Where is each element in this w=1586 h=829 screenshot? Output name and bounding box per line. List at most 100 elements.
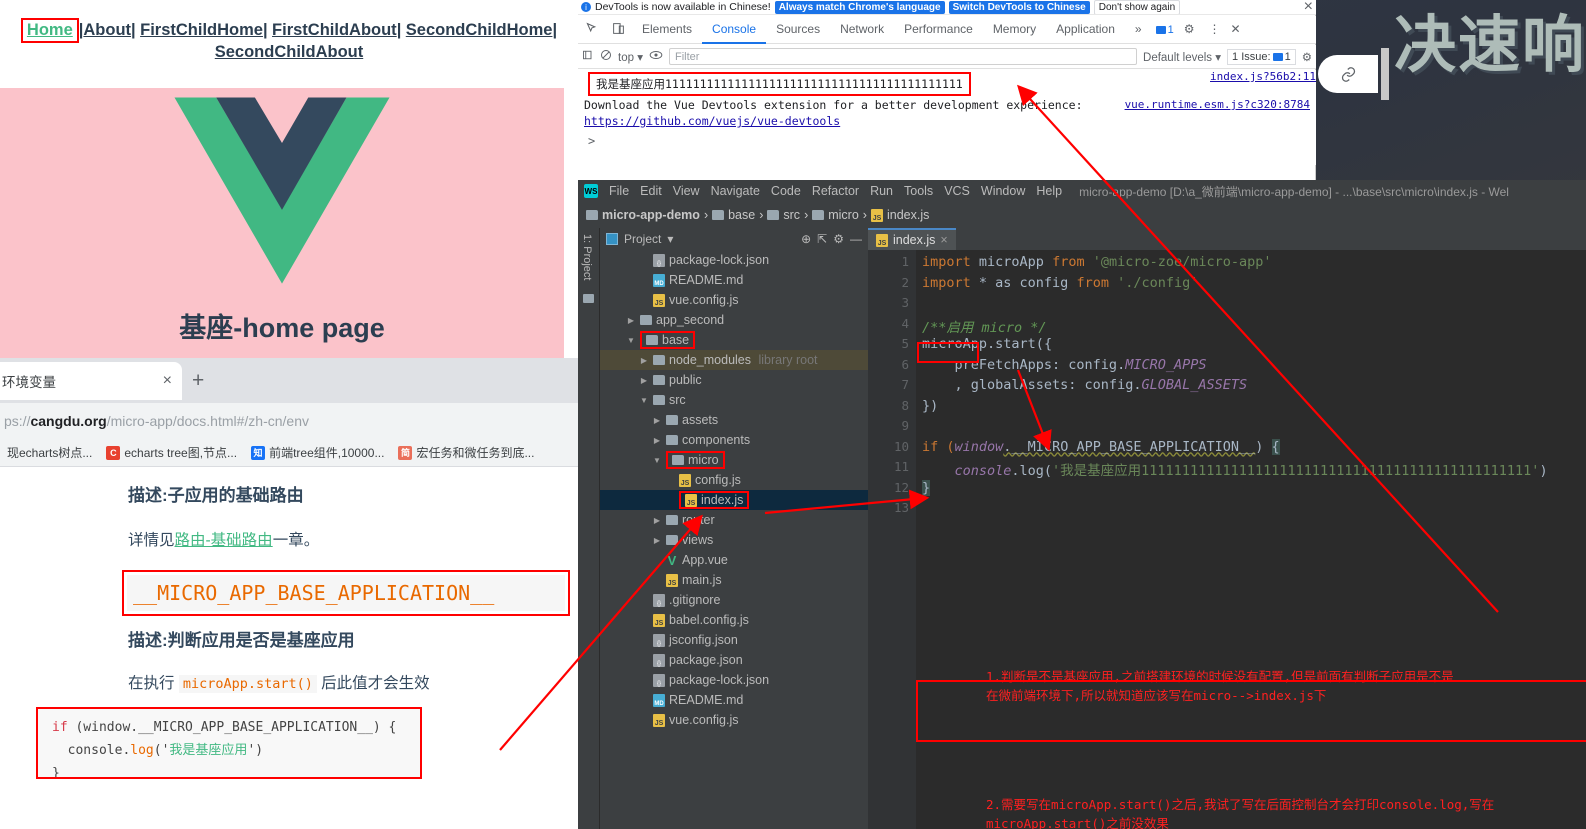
breadcrumb-item-micro[interactable]: micro <box>812 208 859 222</box>
new-tab-button[interactable]: + <box>192 370 204 391</box>
tree-item-public[interactable]: ▶ public <box>600 370 868 390</box>
tree-item-src[interactable]: ▼ src <box>600 390 868 410</box>
hide-panel-icon[interactable]: — <box>850 232 862 246</box>
tree-item-readme-md[interactable]: MD README.md <box>600 270 868 290</box>
tree-item-base[interactable]: ▼ base <box>600 330 868 350</box>
gear-icon[interactable]: ⚙ <box>1174 16 1205 44</box>
tree-item-jsconfig-json[interactable]: {} jsconfig.json <box>600 630 868 650</box>
expand-arrow-icon[interactable]: ▶ <box>652 416 662 425</box>
tree-item-package-json[interactable]: {} package.json <box>600 650 868 670</box>
tree-item-components[interactable]: ▶ components <box>600 430 868 450</box>
banner-switch-language-button[interactable]: Switch DevTools to Chinese <box>948 0 1090 14</box>
tree-item-config-js[interactable]: JS config.js <box>600 470 868 490</box>
tree-item--gitignore[interactable]: {} .gitignore <box>600 590 868 610</box>
breadcrumb-item-project[interactable]: micro-app-demo <box>586 208 700 222</box>
bookmark-item[interactable]: 知前端tree组件,10000... <box>244 444 391 461</box>
sidebar-item-firstchildabout[interactable]: FirstChildAbout <box>272 21 397 39</box>
tab-performance[interactable]: Performance <box>894 16 983 44</box>
close-icon[interactable]: ✕ <box>1224 16 1246 44</box>
tree-item-app-second[interactable]: ▶ app_second <box>600 310 868 330</box>
expand-arrow-icon[interactable]: ▶ <box>652 536 662 545</box>
chevron-down-icon[interactable]: ▾ <box>667 232 673 246</box>
menu-window[interactable]: Window <box>981 184 1025 198</box>
tree-item-views[interactable]: ▶ views <box>600 530 868 550</box>
expand-arrow-icon[interactable]: ▶ <box>639 376 649 385</box>
bookmark-item[interactable]: 现echarts树点... <box>0 444 99 461</box>
tree-item-app-vue[interactable]: V App.vue <box>600 550 868 570</box>
browser-tab[interactable]: 环境变量 × <box>0 362 182 400</box>
no-entry-icon[interactable] <box>600 49 612 64</box>
issues-badge[interactable]: 1 Issue: 1 <box>1227 48 1296 65</box>
tab-console[interactable]: Console <box>702 16 767 44</box>
locate-file-icon[interactable]: ⊕ <box>801 232 811 246</box>
breadcrumb-item-indexjs[interactable]: JS index.js <box>870 208 929 222</box>
close-icon[interactable]: × <box>940 233 947 247</box>
expand-arrow-icon[interactable]: ▶ <box>652 436 662 445</box>
tree-item-assets[interactable]: ▶ assets <box>600 410 868 430</box>
console-source-link[interactable]: vue.runtime.esm.js?c320:8784 <box>1125 98 1310 111</box>
tree-item-index-js[interactable]: JS index.js <box>600 490 868 510</box>
tree-item-router[interactable]: ▶ router <box>600 510 868 530</box>
editor-tab-indexjs[interactable]: JS index.js × <box>868 228 956 250</box>
message-count-badge[interactable]: 1 <box>1155 24 1174 36</box>
sidebar-item-secondchildhome[interactable]: SecondChildHome <box>406 21 553 39</box>
tab-network[interactable]: Network <box>830 16 894 44</box>
doc-detail-link[interactable]: 路由-基础路由 <box>175 532 273 549</box>
expand-arrow-icon[interactable]: ▶ <box>652 516 662 525</box>
banner-dismiss-button[interactable]: Don't show again <box>1093 0 1181 14</box>
sidebar-item-about[interactable]: About <box>83 21 131 39</box>
tree-item-babel-config-js[interactable]: JS babel.config.js <box>600 610 868 630</box>
settings-gear-icon[interactable]: ⚙ <box>1302 50 1312 64</box>
expand-arrow-icon[interactable]: ▶ <box>639 356 649 365</box>
gear-icon[interactable]: ⚙ <box>833 232 844 246</box>
more-tabs-icon[interactable]: » <box>1125 16 1152 44</box>
tree-item-package-lock-json[interactable]: {} package-lock.json <box>600 670 868 690</box>
menu-navigate[interactable]: Navigate <box>711 184 760 198</box>
menu-file[interactable]: File <box>609 184 629 198</box>
tree-item-main-js[interactable]: JS main.js <box>600 570 868 590</box>
tree-item-package-lock-json[interactable]: {} package-lock.json <box>600 250 868 270</box>
expand-arrow-icon[interactable]: ▼ <box>652 456 662 465</box>
tree-item-vue-config-js[interactable]: JS vue.config.js <box>600 290 868 310</box>
console-source-link[interactable]: index.js?56b2:11 <box>1210 70 1316 83</box>
context-selector[interactable]: top ▾ <box>618 50 643 64</box>
nav-link-home-highlight[interactable]: Home <box>20 18 79 43</box>
menu-view[interactable]: View <box>673 184 700 198</box>
menu-vcs[interactable]: VCS <box>944 184 970 198</box>
sidebar-item-firstchildhome[interactable]: FirstChildHome <box>140 21 263 39</box>
rail-item-project[interactable]: 1: Project <box>578 228 596 286</box>
expand-arrow-icon[interactable]: ▼ <box>639 396 649 405</box>
menu-code[interactable]: Code <box>771 184 801 198</box>
tab-elements[interactable]: Elements <box>632 16 702 44</box>
expand-arrow-icon[interactable]: ▶ <box>626 316 636 325</box>
tree-item-micro[interactable]: ▼ micro <box>600 450 868 470</box>
close-icon[interactable]: × <box>163 373 172 389</box>
expand-arrow-icon[interactable]: ▼ <box>626 336 636 345</box>
editor-code-area[interactable]: import microApp from '@micro-zoe/micro-a… <box>916 250 1586 829</box>
menu-run[interactable]: Run <box>870 184 893 198</box>
breadcrumb-item-src[interactable]: src <box>767 208 800 222</box>
tree-item-vue-config-js[interactable]: JS vue.config.js <box>600 710 868 730</box>
clear-console-icon[interactable] <box>582 49 594 64</box>
sidebar-item-secondchildabout[interactable]: SecondChildAbout <box>215 43 363 61</box>
console-vue-devtools-link[interactable]: https://github.com/vuejs/vue-devtools <box>584 114 840 128</box>
tree-item-node-modules[interactable]: ▶ node_modules library root <box>600 350 868 370</box>
kebab-menu-icon[interactable]: ⋮ <box>1204 16 1224 44</box>
address-bar[interactable]: ps://cangdu.org/micro-app/docs.html#/zh-… <box>0 403 578 439</box>
tree-item-readme-md[interactable]: MD README.md <box>600 690 868 710</box>
menu-edit[interactable]: Edit <box>640 184 662 198</box>
eye-icon[interactable] <box>649 49 663 64</box>
tab-application[interactable]: Application <box>1046 16 1125 44</box>
console-prompt-caret[interactable]: > <box>578 130 1316 152</box>
bookmark-item[interactable]: Cecharts tree图,节点... <box>99 444 244 461</box>
bookmark-item[interactable]: 简宏任务和微任务到底... <box>391 444 541 461</box>
scrollbar-thumb[interactable] <box>1381 48 1389 100</box>
filter-input[interactable]: Filter <box>668 48 1138 65</box>
banner-always-match-button[interactable]: Always match Chrome's language <box>774 0 945 14</box>
tab-sources[interactable]: Sources <box>766 16 830 44</box>
breadcrumb-item-base[interactable]: base <box>712 208 755 222</box>
log-levels-selector[interactable]: Default levels ▾ <box>1143 50 1221 64</box>
inspect-element-icon[interactable] <box>578 22 605 38</box>
device-toolbar-icon[interactable] <box>605 22 632 38</box>
menu-help[interactable]: Help <box>1036 184 1062 198</box>
